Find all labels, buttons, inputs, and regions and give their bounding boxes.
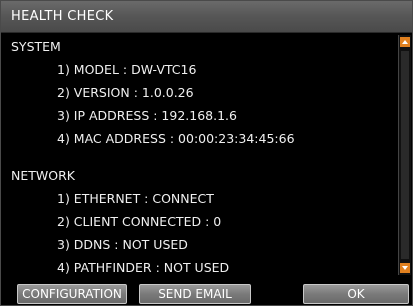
network-ethernet-item: 1) ETHERNET : CONNECT bbox=[57, 191, 214, 206]
health-check-dialog: HEALTH CHECK SYSTEM 1) MODEL : DW-VTC16 … bbox=[0, 0, 413, 306]
configuration-button[interactable]: CONFIGURATION bbox=[17, 284, 127, 304]
system-section-heading: SYSTEM bbox=[11, 39, 61, 54]
ok-button[interactable]: OK bbox=[303, 284, 409, 304]
network-section-heading: NETWORK bbox=[11, 168, 75, 183]
system-ip-address-item: 3) IP ADDRESS : 192.168.1.6 bbox=[57, 108, 237, 123]
send-email-button[interactable]: SEND EMAIL bbox=[139, 284, 251, 304]
network-client-connected-item: 2) CLIENT CONNECTED : 0 bbox=[57, 214, 222, 229]
network-pathfinder-item: 4) PATHFINDER : NOT USED bbox=[57, 260, 230, 275]
dialog-title: HEALTH CHECK bbox=[1, 1, 412, 33]
button-bar: CONFIGURATION SEND EMAIL OK bbox=[1, 277, 412, 305]
system-model-item: 1) MODEL : DW-VTC16 bbox=[57, 62, 197, 77]
system-version-item: 2) VERSION : 1.0.0.26 bbox=[57, 85, 194, 100]
vertical-scrollbar[interactable] bbox=[398, 35, 411, 275]
network-ddns-item: 3) DDNS : NOT USED bbox=[57, 237, 188, 252]
scroll-up-arrow-icon[interactable] bbox=[400, 37, 410, 47]
health-check-content: SYSTEM 1) MODEL : DW-VTC16 2) VERSION : … bbox=[5, 35, 397, 275]
system-mac-address-item: 4) MAC ADDRESS : 00:00:23:34:45:66 bbox=[57, 131, 295, 146]
scrollbar-track[interactable] bbox=[401, 51, 409, 259]
scroll-down-arrow-icon[interactable] bbox=[400, 263, 410, 273]
